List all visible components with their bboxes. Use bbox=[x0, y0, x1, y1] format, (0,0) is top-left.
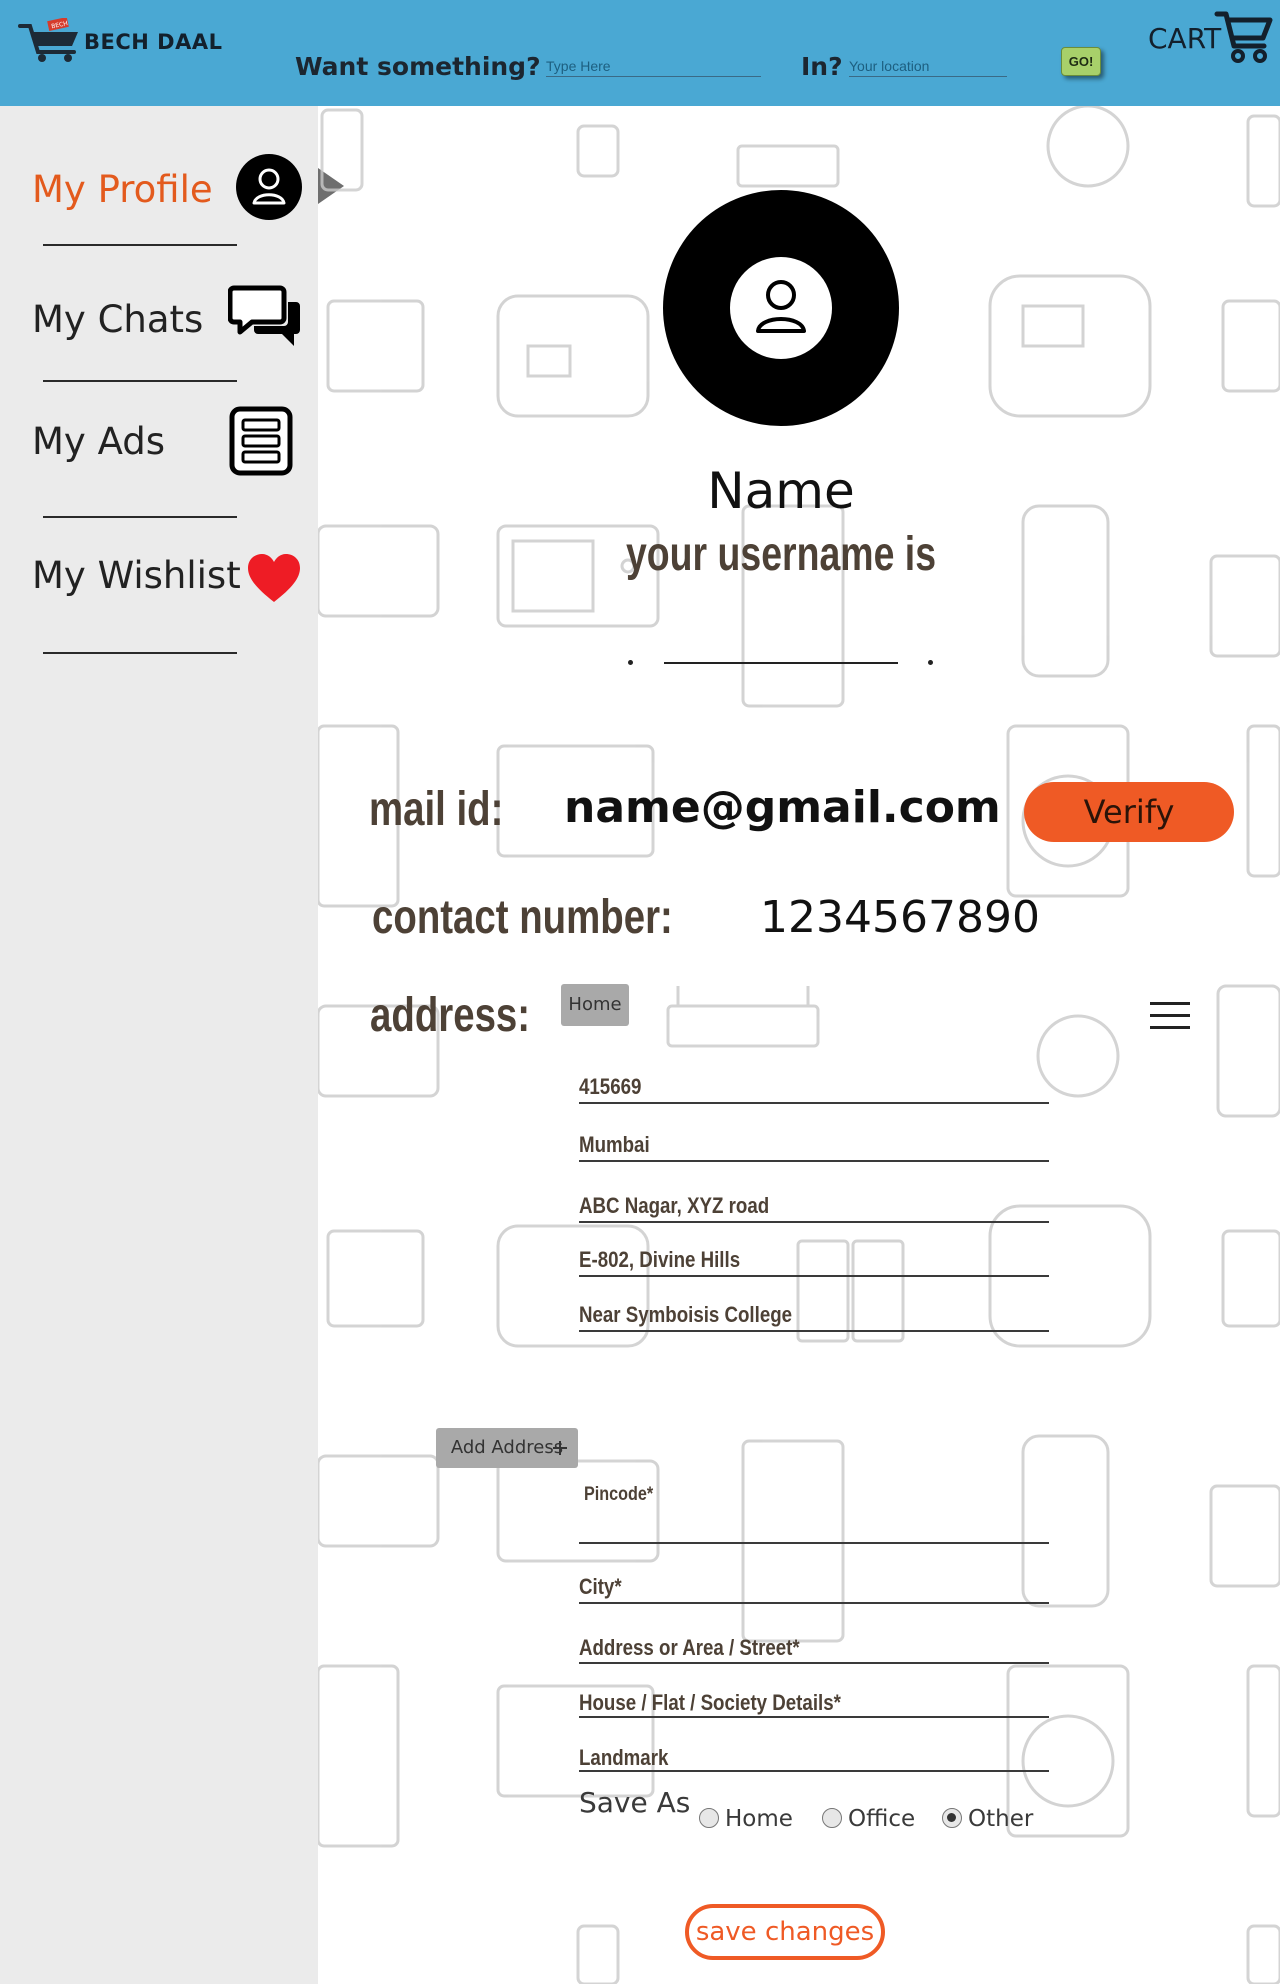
sidebar-item-my-profile[interactable]: My Profile bbox=[30, 154, 310, 224]
street-input[interactable] bbox=[579, 1632, 1049, 1664]
username-field[interactable] bbox=[622, 620, 938, 670]
sidebar-item-my-ads[interactable]: My Ads bbox=[30, 406, 310, 476]
saved-address-pincode: 415669 bbox=[579, 1074, 1049, 1104]
profile-avatar[interactable] bbox=[663, 190, 899, 426]
cart-logo-icon: BECH bbox=[18, 17, 78, 62]
chat-icon bbox=[228, 285, 300, 346]
cart-icon bbox=[1214, 11, 1273, 63]
sidebar-item-label: My Ads bbox=[32, 420, 166, 463]
address-menu-icon[interactable] bbox=[1150, 1002, 1190, 1032]
saved-address-house: E-802, Divine Hills bbox=[579, 1247, 1049, 1277]
top-navigation-bar: BECH BECH DAAL Want something? In? GO! C… bbox=[0, 0, 1280, 106]
brand-name: BECH DAAL bbox=[84, 30, 223, 54]
profile-name: Name bbox=[707, 462, 855, 520]
sidebar-item-label: My Wishlist bbox=[32, 554, 241, 597]
address-tag-home[interactable]: Home bbox=[561, 984, 629, 1026]
heart-icon bbox=[248, 554, 300, 602]
radio-icon bbox=[699, 1808, 719, 1828]
city-input[interactable] bbox=[579, 1572, 1049, 1604]
document-icon bbox=[229, 406, 293, 476]
sidebar-item-my-wishlist[interactable]: My Wishlist bbox=[30, 540, 310, 610]
house-input[interactable] bbox=[579, 1686, 1049, 1718]
sidebar-divider bbox=[43, 516, 237, 518]
cart-label: CART bbox=[1148, 22, 1222, 55]
saved-address-city: Mumbai bbox=[579, 1132, 1049, 1162]
landmark-input[interactable] bbox=[579, 1740, 1049, 1772]
email-value: name@gmail.com bbox=[564, 782, 1001, 833]
email-label: mail id: bbox=[369, 783, 504, 836]
username-label: your username is bbox=[625, 528, 937, 581]
sidebar-divider bbox=[43, 244, 237, 246]
cart-button[interactable]: CART bbox=[1148, 8, 1276, 68]
saved-address-street: ABC Nagar, XYZ road bbox=[579, 1193, 1049, 1223]
radio-icon bbox=[822, 1808, 842, 1828]
user-icon bbox=[236, 154, 302, 220]
pincode-label: Pincode* bbox=[584, 1484, 654, 1505]
save-as-label: Save As bbox=[579, 1786, 691, 1819]
plus-icon bbox=[553, 1441, 567, 1455]
sidebar-divider bbox=[43, 380, 237, 382]
pincode-input[interactable] bbox=[579, 1510, 1049, 1544]
sidebar: My Profile My Chats My Ads My Wishlist bbox=[0, 106, 318, 1984]
search-input[interactable] bbox=[546, 56, 761, 77]
user-icon bbox=[756, 280, 806, 333]
sidebar-item-my-chats[interactable]: My Chats bbox=[30, 284, 310, 354]
saved-address-landmark: Near Symboisis College bbox=[579, 1302, 1049, 1332]
location-input[interactable] bbox=[849, 56, 1007, 77]
sidebar-item-label: My Chats bbox=[32, 298, 204, 341]
save-changes-button[interactable]: save changes bbox=[685, 1904, 885, 1960]
contact-value: 1234567890 bbox=[760, 892, 1040, 943]
search-label: Want something? bbox=[295, 52, 541, 81]
verify-button[interactable]: Verify bbox=[1024, 782, 1234, 842]
radio-selected-icon bbox=[942, 1808, 962, 1828]
sidebar-item-label: My Profile bbox=[32, 168, 213, 211]
location-label: In? bbox=[801, 52, 843, 81]
address-label: address: bbox=[370, 989, 531, 1042]
go-button[interactable]: GO! bbox=[1061, 47, 1101, 76]
contact-label: contact number: bbox=[372, 891, 673, 944]
sidebar-divider bbox=[43, 652, 237, 654]
